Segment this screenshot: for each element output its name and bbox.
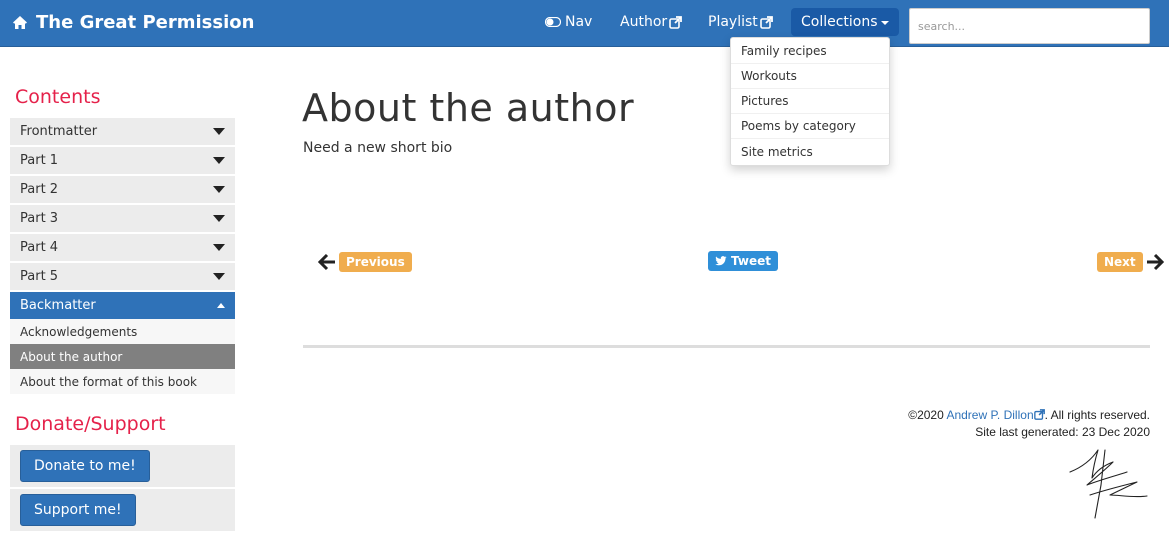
support-button[interactable]: Support me! [20,494,136,526]
toc-item-part-2[interactable]: Part 2 [10,176,235,203]
support-panel: Support me! [10,489,235,531]
previous-page-link[interactable]: Previous [318,252,412,272]
next-badge: Next [1097,252,1143,272]
triangle-down-icon [213,128,225,135]
page-title: About the author [302,86,635,130]
toc-label: Part 1 [20,153,59,168]
toc-item-backmatter[interactable]: Backmatter [10,292,235,319]
signature-image [1069,449,1148,519]
nav-toggle-link[interactable]: Nav [545,0,592,44]
previous-badge: Previous [339,252,412,272]
top-navbar: The Great Permission Nav Author Playlist… [0,0,1169,47]
table-of-contents: Frontmatter Part 1 Part 2 Part 3 Part 4 … [10,118,235,394]
rights-text: . All rights reserved. [1044,408,1150,422]
collections-label: Collections [801,14,878,30]
arrow-right-icon [1146,253,1164,271]
toc-item-part-5[interactable]: Part 5 [10,263,235,290]
toc-item-part-4[interactable]: Part 4 [10,234,235,261]
menu-item-family-recipes[interactable]: Family recipes [731,39,889,64]
page-body-text: Need a new short bio [303,140,453,156]
search-input[interactable] [909,8,1150,44]
contents-heading: Contents [15,86,101,108]
home-icon [13,15,27,29]
toc-item-frontmatter[interactable]: Frontmatter [10,118,235,145]
toc-label: Part 4 [20,240,59,255]
triangle-down-icon [213,215,225,222]
external-link-icon [1033,409,1045,420]
brand-title: The Great Permission [36,11,255,33]
donate-button[interactable]: Donate to me! [20,450,150,482]
triangle-down-icon [213,186,225,193]
next-page-link[interactable]: Next [1097,252,1164,272]
collections-dropdown-menu: Family recipes Workouts Pictures Poems b… [730,37,890,166]
external-link-icon [759,15,773,29]
toc-label: Frontmatter [20,124,98,139]
toc-subitem-about-the-author[interactable]: About the author [10,344,235,369]
author-label: Author [620,14,668,30]
copyright-prefix: ©2020 [908,408,944,422]
toc-item-part-3[interactable]: Part 3 [10,205,235,232]
toggle-icon [545,17,561,27]
author-footer-link[interactable]: Andrew P. Dillon [946,408,1045,422]
triangle-down-icon [213,273,225,280]
caret-down-icon [880,21,889,25]
site-generated-text: Site last generated: 23 Dec 2020 [975,425,1150,439]
footer: ©2020 Andrew P. Dillon . All rights reser… [908,407,1150,441]
tweet-label: Tweet [731,254,771,268]
nav-label: Nav [565,14,593,30]
triangle-up-icon [217,303,225,308]
external-link-icon [669,15,683,29]
toc-item-part-1[interactable]: Part 1 [10,147,235,174]
arrow-left-icon [318,253,335,271]
menu-item-poems-by-category[interactable]: Poems by category [731,114,889,139]
content-divider [303,345,1150,348]
tweet-button[interactable]: Tweet [708,251,778,271]
menu-item-workouts[interactable]: Workouts [731,64,889,89]
twitter-icon [715,256,727,266]
menu-item-site-metrics[interactable]: Site metrics [731,139,889,164]
menu-item-pictures[interactable]: Pictures [731,89,889,114]
toc-subitem-acknowledgements[interactable]: Acknowledgements [10,319,235,344]
donate-heading: Donate/Support [15,413,166,435]
triangle-down-icon [213,157,225,164]
toc-label: Part 3 [20,211,59,226]
toc-label: Backmatter [20,298,96,313]
author-footer-label: Andrew P. Dillon [946,408,1034,422]
collections-dropdown-toggle[interactable]: Collections [791,8,899,36]
copyright-line: ©2020 Andrew P. Dillon . All rights reser… [908,407,1150,424]
brand-link[interactable]: The Great Permission [12,0,254,44]
toc-label: Part 2 [20,182,59,197]
donate-panel: Donate to me! [10,445,235,487]
toc-label: Part 5 [20,269,59,284]
triangle-down-icon [213,244,225,251]
toc-subitem-about-the-format[interactable]: About the format of this book [10,369,235,394]
author-link[interactable]: Author [620,0,683,44]
playlist-label: Playlist [708,14,758,30]
